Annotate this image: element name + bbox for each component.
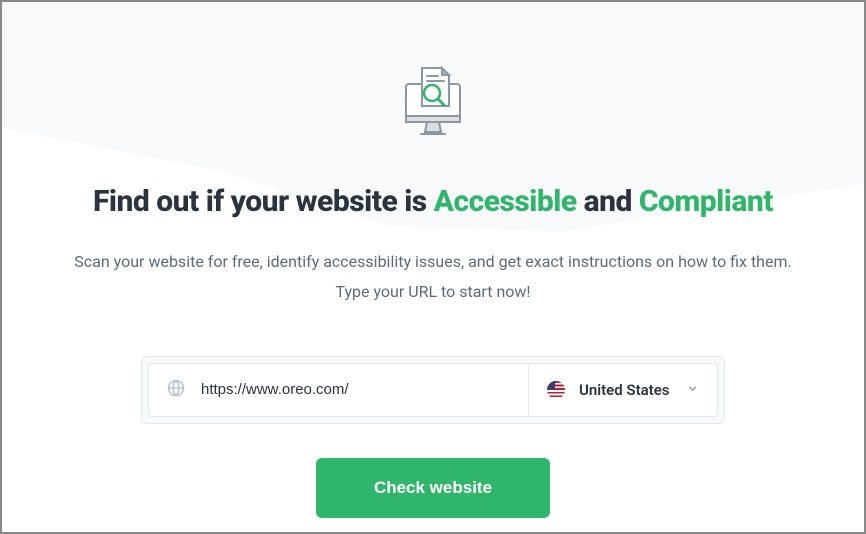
url-field-container	[148, 363, 528, 417]
headline-part1: Find out if your website is	[93, 184, 434, 219]
headline-accent-accessible: Accessible	[434, 184, 577, 219]
url-input[interactable]	[201, 381, 510, 398]
main-content: Find out if your website is Accessible a…	[2, 2, 864, 518]
hero-scan-icon	[394, 62, 472, 144]
scan-form: United States	[141, 356, 725, 424]
country-label: United States	[579, 381, 672, 399]
chevron-down-icon	[686, 380, 699, 399]
headline: Find out if your website is Accessible a…	[93, 184, 773, 219]
headline-part2: and	[577, 184, 639, 219]
subtitle: Scan your website for free, identify acc…	[73, 247, 793, 308]
headline-accent-compliant: Compliant	[639, 184, 773, 219]
country-select[interactable]: United States	[528, 363, 718, 417]
globe-icon	[167, 379, 185, 401]
us-flag-icon	[547, 381, 565, 399]
check-website-button[interactable]: Check website	[316, 458, 550, 518]
